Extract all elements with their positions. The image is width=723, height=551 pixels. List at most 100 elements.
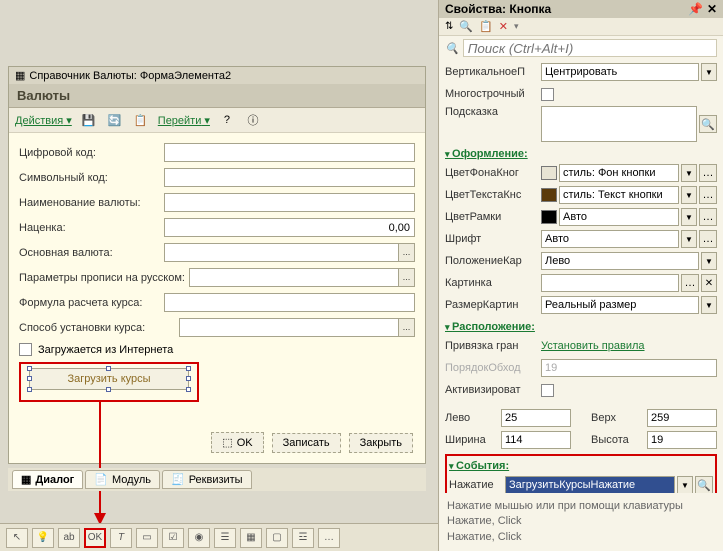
dots-icon[interactable]: … xyxy=(699,230,717,248)
tooltip-input[interactable] xyxy=(541,106,697,142)
tab-module[interactable]: 📄 Модуль xyxy=(85,470,160,489)
tab-dialog[interactable]: ▦ Диалог xyxy=(12,470,83,489)
dropdown-icon[interactable]: ▼ xyxy=(681,230,697,248)
prop-label: Картинка xyxy=(445,277,541,289)
widget-check[interactable]: ☑ xyxy=(162,528,184,548)
filter-icon[interactable]: 🔍 xyxy=(459,20,473,33)
dropdown-icon[interactable]: ▼ xyxy=(677,476,693,493)
picture-value[interactable] xyxy=(541,274,679,292)
form-designer-pane: ▦ Справочник Валюты: ФормаЭлемента2 Валю… xyxy=(0,0,438,551)
pin-icon[interactable]: 📌 xyxy=(688,2,703,16)
activate-checkbox[interactable] xyxy=(541,384,554,397)
widget-grid[interactable]: ▦ xyxy=(240,528,262,548)
internet-checkbox-row[interactable]: Загружается из Интернета xyxy=(19,343,415,356)
dots-icon[interactable]: … xyxy=(399,243,415,262)
widget-panel[interactable]: ▢ xyxy=(266,528,288,548)
search-icon[interactable]: 🔍 xyxy=(695,476,713,493)
widget-input[interactable]: ab xyxy=(58,528,80,548)
numcode-input[interactable] xyxy=(164,143,415,162)
properties-title: Свойства: Кнопка xyxy=(445,2,551,16)
checkbox-label: Загружается из Интернета xyxy=(38,344,173,356)
picsize-value[interactable]: Реальный размер xyxy=(541,296,699,314)
anchor-link[interactable]: Установить правила xyxy=(541,340,645,352)
params-input[interactable] xyxy=(189,268,399,287)
height-value[interactable]: 19 xyxy=(647,431,717,449)
checkbox-icon[interactable] xyxy=(19,343,32,356)
section-layout[interactable]: Расположение: xyxy=(445,321,717,333)
prop-label: ПоложениеКар xyxy=(445,255,541,267)
widget-text[interactable]: T xyxy=(110,528,132,548)
widget-toolbar-btn[interactable]: ☲ xyxy=(292,528,314,548)
info-icon[interactable]: ⓘ xyxy=(244,111,262,129)
field-label: Формула расчета курса: xyxy=(19,297,164,309)
dropdown-icon[interactable]: ▼ xyxy=(681,208,697,226)
save-icon[interactable]: 💾 xyxy=(80,111,98,129)
dots-icon[interactable]: … xyxy=(399,268,415,287)
section-events[interactable]: События: xyxy=(449,460,713,472)
dropdown-icon[interactable]: ▼ xyxy=(701,252,717,270)
help-icon[interactable]: ? xyxy=(218,111,236,129)
widget-bulb[interactable]: 💡 xyxy=(32,528,54,548)
widget-label[interactable]: ▭ xyxy=(136,528,158,548)
sort-icon[interactable]: ⇅ xyxy=(445,22,453,32)
search-icon[interactable]: 🔍 xyxy=(699,115,717,133)
textcolor-value[interactable]: стиль: Текст кнопки xyxy=(559,186,679,204)
props-icon[interactable]: 📋 xyxy=(132,111,150,129)
dropdown-icon[interactable]: ▼ xyxy=(681,164,697,182)
name-input[interactable] xyxy=(164,193,415,212)
border-value[interactable]: Авто xyxy=(559,208,679,226)
font-value[interactable]: Авто xyxy=(541,230,679,248)
designer-tabs: ▦ Диалог 📄 Модуль 🧾 Реквизиты xyxy=(8,468,426,491)
multiline-checkbox[interactable] xyxy=(541,88,554,101)
save-button[interactable]: Записать xyxy=(272,433,341,453)
caretpos-value[interactable]: Лево xyxy=(541,252,699,270)
dropdown-icon[interactable]: ▼ xyxy=(681,186,697,204)
color-swatch xyxy=(541,188,557,202)
clear-icon[interactable]: ✕ xyxy=(701,274,717,292)
tab-requisites[interactable]: 🧾 Реквизиты xyxy=(162,470,252,489)
left-value[interactable]: 25 xyxy=(501,409,571,427)
prop-label: Привязка гран xyxy=(445,340,541,352)
top-value[interactable]: 259 xyxy=(647,409,717,427)
bgcolor-value[interactable]: стиль: Фон кнопки xyxy=(559,164,679,182)
symcode-input[interactable] xyxy=(164,168,415,187)
dots-icon[interactable]: … xyxy=(699,208,717,226)
dropdown-icon[interactable]: ▼ xyxy=(701,63,717,81)
goto-menu[interactable]: Перейти ▾ xyxy=(158,114,210,127)
prop-label: ВертикальноеП xyxy=(445,66,541,78)
load-rates-button[interactable]: Загрузить курсы xyxy=(29,368,189,390)
dots-icon[interactable]: … xyxy=(699,186,717,204)
width-value[interactable]: 114 xyxy=(501,431,571,449)
event-handler-value[interactable]: ЗагрузитьКурсыНажатие xyxy=(505,476,675,493)
ok-button[interactable]: ⬚ OK xyxy=(211,432,263,453)
basecur-input[interactable] xyxy=(164,243,399,262)
taborder-value: 19 xyxy=(541,359,717,377)
actions-menu[interactable]: Действия ▾ xyxy=(15,114,72,127)
markup-input[interactable]: 0,00 xyxy=(164,218,415,237)
close-button[interactable]: Закрыть xyxy=(349,433,413,453)
search-input[interactable] xyxy=(463,39,717,57)
x-icon[interactable]: ✕ xyxy=(499,20,508,33)
valign-value[interactable]: Центрировать xyxy=(541,63,699,81)
refresh-icon[interactable]: 🔄 xyxy=(106,111,124,129)
widget-list[interactable]: ☰ xyxy=(214,528,236,548)
properties-panel: Свойства: Кнопка 📌 ✕ ⇅ 🔍 📋 ✕ ▾ 🔍 Вертика… xyxy=(438,0,723,551)
dots-icon[interactable]: … xyxy=(699,164,717,182)
list-icon[interactable]: 📋 xyxy=(479,20,493,33)
widget-more[interactable]: … xyxy=(318,528,340,548)
chevron-down-icon[interactable]: ▾ xyxy=(514,21,519,32)
prop-label: Шрифт xyxy=(445,233,541,245)
form-footer: ⬚ OK Записать Закрыть xyxy=(207,428,417,457)
search-icon: 🔍 xyxy=(445,42,459,55)
dropdown-icon[interactable]: ▼ xyxy=(701,296,717,314)
formula-input[interactable] xyxy=(164,293,415,312)
dots-icon[interactable]: … xyxy=(399,318,415,337)
dots-icon[interactable]: … xyxy=(681,274,699,292)
widget-radio[interactable]: ◉ xyxy=(188,528,210,548)
widget-button[interactable]: OK xyxy=(84,528,106,548)
close-icon[interactable]: ✕ xyxy=(707,2,717,16)
properties-search: 🔍 xyxy=(439,36,723,60)
section-design[interactable]: Оформление: xyxy=(445,148,717,160)
widget-cursor[interactable]: ↖ xyxy=(6,528,28,548)
method-input[interactable] xyxy=(179,318,399,337)
